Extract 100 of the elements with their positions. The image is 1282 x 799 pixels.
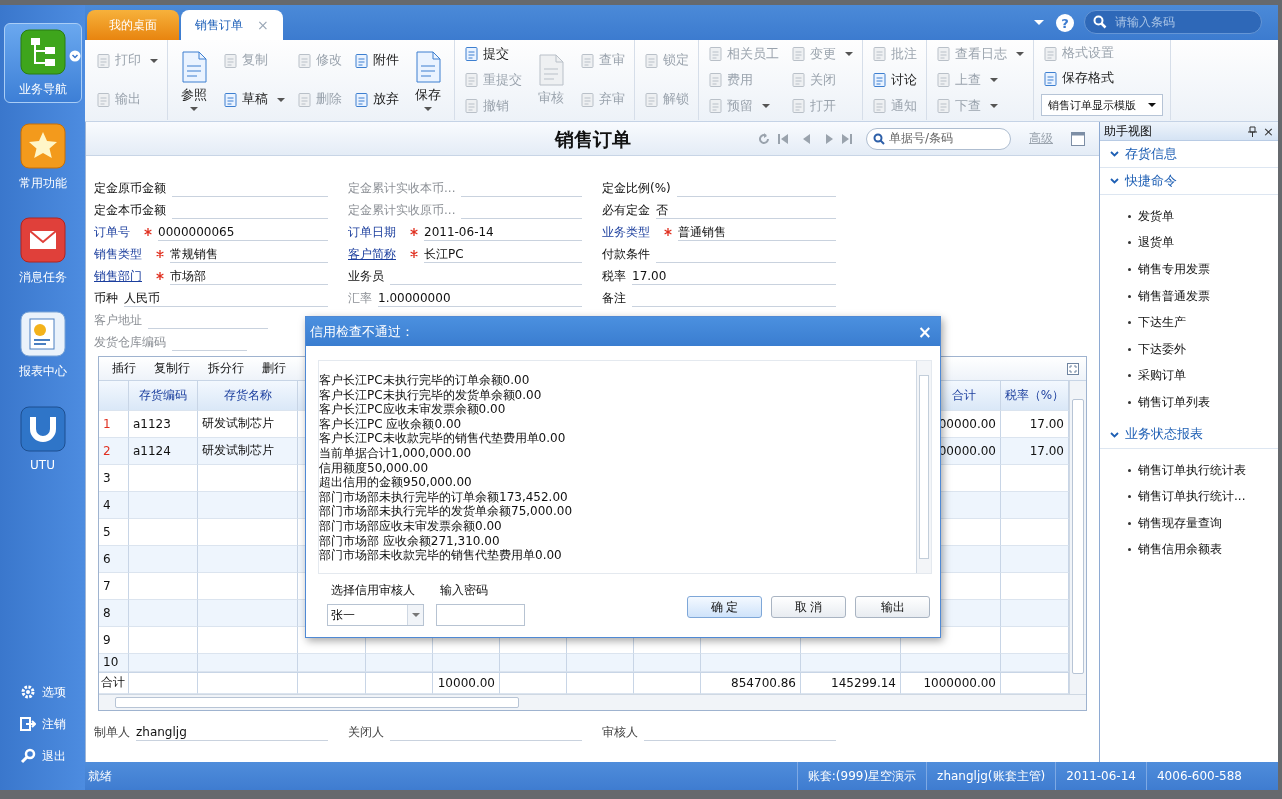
message-line: 信用额度50,000.00 xyxy=(319,460,430,476)
status-item: zhangljg(账套主管) xyxy=(926,762,1056,790)
section-header[interactable]: 存货信息 xyxy=(1100,141,1278,168)
field-label: 定金比例(%) xyxy=(602,179,671,197)
field-link[interactable]: 订单号 xyxy=(94,223,130,241)
sidebar-item[interactable]: 消息任务 xyxy=(3,211,82,291)
section-header[interactable]: 业务状态报表 xyxy=(1100,421,1278,449)
shortcut-link[interactable]: 下达委外 xyxy=(1100,335,1278,363)
shortcut-link[interactable]: 销售订单执行统计表 xyxy=(1100,456,1278,484)
sidebar-item[interactable]: 业务导航 xyxy=(3,23,82,103)
password-field[interactable] xyxy=(436,604,525,626)
tab[interactable]: 销售订单 × xyxy=(181,10,283,40)
shortcut-link[interactable]: 退货单 xyxy=(1100,229,1278,257)
shortcut-link[interactable]: 采购订单 xyxy=(1100,362,1278,390)
sidebar-link[interactable]: 退出 xyxy=(19,740,66,772)
field-link[interactable]: 业务类型 xyxy=(602,223,650,241)
toolbar-button[interactable]: 参照 xyxy=(175,47,213,113)
field-link[interactable]: 销售类型 xyxy=(94,245,142,263)
field-label: 定金累计实收本币... xyxy=(348,179,456,197)
bullet-icon xyxy=(1128,214,1131,218)
grid-action-button[interactable]: 拆分行 xyxy=(201,359,251,377)
shortcut-link[interactable]: 销售订单列表 xyxy=(1100,389,1278,416)
help-button[interactable]: ? xyxy=(1056,14,1074,32)
dialog-button[interactable]: 确 定 xyxy=(687,596,762,618)
table-cell: 10000.00 xyxy=(433,672,500,694)
dialog-button[interactable]: 输出 xyxy=(855,596,930,618)
close-button[interactable]: × xyxy=(1263,123,1274,139)
grid-action-button[interactable]: 复制行 xyxy=(147,359,197,377)
input-field[interactable]: 否 xyxy=(656,201,836,219)
input-field[interactable]: 市场部 xyxy=(170,267,328,285)
document-icon xyxy=(354,52,370,69)
toolbar-button[interactable]: 放弃 xyxy=(352,90,401,109)
input-field[interactable]: 2011-06-14 xyxy=(424,223,582,241)
table-cell xyxy=(129,599,198,627)
dialog-title: 信用检查不通过： xyxy=(310,322,415,341)
field-link[interactable]: 订单日期 xyxy=(348,223,396,241)
document-icon xyxy=(708,72,724,88)
input-field[interactable]: 长江PC xyxy=(424,245,582,263)
toolbar-button[interactable]: 保存格式 xyxy=(1041,69,1163,88)
shortcut-link[interactable]: 销售普通发票 xyxy=(1100,282,1278,310)
sidebar-link[interactable]: 选项 xyxy=(19,676,66,708)
grid-action-button[interactable]: 插行 xyxy=(105,359,143,377)
shortcut-link[interactable]: 销售信用余额表 xyxy=(1100,536,1278,564)
document-icon xyxy=(791,98,807,114)
document-icon xyxy=(644,52,660,69)
field-link[interactable]: 销售部门 xyxy=(94,267,142,285)
input-field[interactable]: 人民币 xyxy=(124,289,328,307)
table-cell: 研发试制芯片 xyxy=(198,437,298,465)
shortcut-link[interactable]: 销售现存量查询 xyxy=(1100,509,1278,537)
field-label: 关闭人 xyxy=(348,723,384,741)
table-cell: 1000000.00 xyxy=(901,672,1001,694)
horseshoe-icon xyxy=(19,406,66,452)
sidebar-item[interactable]: 报表中心 xyxy=(3,305,82,385)
shortcut-link[interactable]: 销售订单执行统计... xyxy=(1100,483,1278,510)
caret-icon xyxy=(1148,103,1156,107)
input-field[interactable]: 1.00000000 xyxy=(378,289,582,307)
message-line: 部门市场部未执行完毕的发货单余额75,000.00 xyxy=(319,504,574,519)
grid-action-button[interactable]: 删行 xyxy=(255,359,293,377)
sidebar-item[interactable]: 常用功能 xyxy=(3,117,82,197)
shortcut-link[interactable]: 下达生产 xyxy=(1100,309,1278,336)
reviewer-select[interactable]: 张一 xyxy=(327,604,424,626)
pin-icon xyxy=(1248,125,1258,137)
envelope-icon xyxy=(19,216,66,263)
field-link[interactable]: 客户简称 xyxy=(348,245,396,263)
first-icon xyxy=(778,132,788,145)
dialog-button[interactable]: 取 消 xyxy=(771,596,846,618)
document-icon xyxy=(464,46,480,62)
field-label: 定金本币金额 xyxy=(94,201,166,219)
toolbar-button[interactable]: 讨论 xyxy=(870,70,919,90)
toolbar-button[interactable]: 提交 xyxy=(462,44,524,64)
table-cell: 854700.86 xyxy=(701,672,801,694)
logout-icon xyxy=(19,716,36,732)
message-line: 部门市场部未收款完毕的销售代垫费用单0.00 xyxy=(319,548,563,563)
shortcut-link[interactable]: 发货单 xyxy=(1100,203,1278,230)
close-button[interactable]: × xyxy=(917,321,932,342)
template-select[interactable]: 销售订单显示模版 xyxy=(1041,94,1163,116)
search-field[interactable]: 单据号/条码 xyxy=(866,127,1011,150)
document-title: 销售订单 xyxy=(554,128,631,150)
sidebar-item[interactable]: UTU xyxy=(3,399,82,479)
input-field[interactable]: 常规销售 xyxy=(170,245,328,263)
input-field[interactable]: 17.00 xyxy=(632,267,836,285)
bullet-icon xyxy=(1128,400,1131,404)
field-label: 币种 xyxy=(94,289,118,307)
table-cell xyxy=(129,572,198,600)
bullet-icon xyxy=(1128,548,1131,552)
input-field[interactable]: 普通销售 xyxy=(678,223,836,241)
input-field[interactable]: zhangljg xyxy=(136,723,328,741)
shortcut-link[interactable]: 销售专用发票 xyxy=(1100,256,1278,283)
toolbar-button[interactable]: 附件 xyxy=(352,51,401,70)
document-icon xyxy=(96,91,112,108)
input-field[interactable]: 0000000065 xyxy=(158,223,328,241)
chevron-icon xyxy=(68,50,81,62)
bullet-icon xyxy=(1128,468,1131,472)
sidebar-link[interactable]: 注销 xyxy=(19,708,66,740)
document-icon xyxy=(464,98,480,114)
layout-icon xyxy=(1071,131,1085,146)
chevron-icon xyxy=(1110,178,1119,184)
toolbar-button[interactable]: 草稿 xyxy=(221,90,287,109)
toolbar-button[interactable]: 保存 xyxy=(409,47,447,113)
section-header[interactable]: 快捷命令 xyxy=(1100,168,1278,195)
